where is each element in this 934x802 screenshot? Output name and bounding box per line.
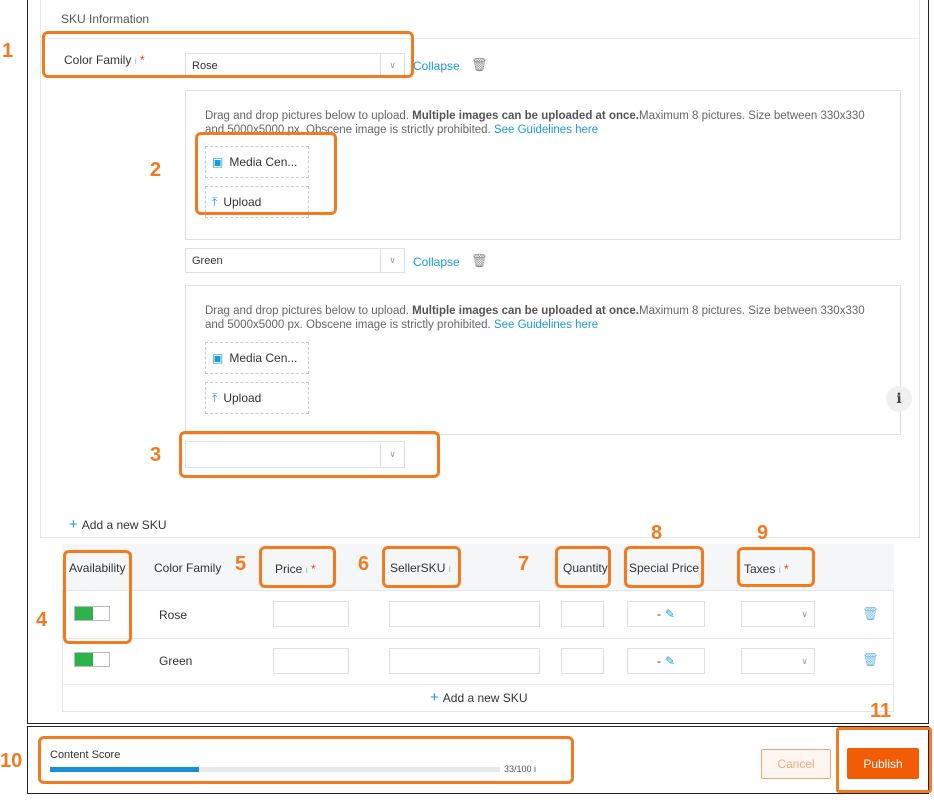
plus-icon: + (69, 516, 78, 533)
color-family-select-green[interactable]: Green ∨ (185, 248, 405, 273)
row-divider (62, 684, 894, 685)
taxes-select[interactable]: ∨ (741, 648, 815, 674)
image-icon: ▣ (212, 351, 224, 365)
annotation-number: 11 (870, 700, 892, 722)
upload-button[interactable]: ⤒ Upload (205, 382, 309, 414)
guidelines-link[interactable]: See Guidelines here (494, 124, 598, 136)
trash-icon[interactable]: 🗑 (471, 57, 488, 73)
annotation-box (195, 132, 337, 215)
annotation-number: 1 (2, 40, 14, 62)
seller-sku-input[interactable] (389, 648, 540, 674)
annotation-box (259, 546, 336, 588)
annotation-box (737, 547, 815, 587)
price-input[interactable] (273, 601, 349, 627)
quantity-input[interactable] (561, 601, 604, 627)
media-center-label: Media Cen... (229, 351, 298, 365)
annotation-box (382, 546, 461, 588)
sku-panel (40, 0, 920, 538)
annotation-number: 10 (0, 750, 23, 772)
special-price-value: - (656, 654, 661, 668)
annotation-box (555, 546, 611, 588)
media-center-button[interactable]: ▣ Media Cen... (205, 342, 309, 374)
chevron-down-icon: ∨ (801, 655, 808, 666)
add-sku-link[interactable]: + Add a new SKU (69, 516, 166, 533)
trash-icon[interactable]: 🗑 (471, 253, 488, 269)
collapse-link-green[interactable]: Collapse (413, 255, 460, 269)
info-icon[interactable]: i (886, 386, 912, 412)
toggle-on-indicator (75, 653, 93, 666)
cancel-button[interactable]: Cancel (761, 749, 831, 779)
trash-icon[interactable]: 🗑 (862, 652, 879, 668)
annotation-number: 6 (358, 553, 370, 575)
plus-icon: + (430, 689, 439, 706)
edit-icon[interactable]: ✎ (665, 607, 675, 621)
price-input[interactable] (273, 648, 349, 674)
special-price-value: - (656, 607, 661, 621)
annotation-number: 8 (651, 522, 663, 544)
annotation-box (42, 31, 414, 78)
row-color-name: Green (159, 654, 193, 668)
annotation-number: 9 (757, 522, 769, 544)
annotation-number: 7 (518, 553, 530, 575)
annotation-number: 4 (36, 609, 48, 631)
upload-text-1: Drag and drop pictures below to upload. (205, 305, 413, 317)
annotation-box (38, 736, 574, 784)
upload-bold: Multiple images can be uploaded at once. (412, 305, 639, 317)
upload-text-1: Drag and drop pictures below to upload. (205, 110, 413, 122)
upload-bold: Multiple images can be uploaded at once. (412, 110, 639, 122)
taxes-select[interactable]: ∨ (741, 601, 815, 627)
annotation-box (836, 727, 932, 793)
quantity-input[interactable] (561, 648, 604, 674)
annotation-box (179, 431, 440, 478)
annotation-number: 5 (235, 553, 247, 575)
annotation-box (624, 546, 704, 588)
guidelines-link[interactable]: See Guidelines here (494, 319, 598, 331)
add-sku-label: Add a new SKU (81, 518, 167, 532)
upload-label: Upload (223, 391, 262, 405)
header-color-family: Color Family (154, 561, 222, 575)
annotation-number: 3 (150, 444, 162, 466)
annotation-box (63, 550, 132, 644)
row-color-name: Rose (159, 608, 188, 622)
collapse-link-rose[interactable]: Collapse (413, 59, 460, 73)
section-title: SKU Information (61, 12, 150, 26)
trash-icon[interactable]: 🗑 (862, 606, 879, 622)
upload-icon: ⤒ (212, 390, 218, 405)
seller-sku-input[interactable] (389, 601, 540, 627)
add-sku-label: Add a new SKU (442, 691, 528, 705)
chevron-down-icon: ∨ (380, 249, 404, 272)
special-price-input[interactable]: - ✎ (627, 601, 705, 627)
edit-icon[interactable]: ✎ (665, 654, 675, 668)
row-divider (62, 638, 894, 639)
add-sku-link-bottom[interactable]: + Add a new SKU (430, 689, 527, 706)
special-price-input[interactable]: - ✎ (627, 648, 705, 674)
chevron-down-icon: ∨ (801, 608, 808, 619)
upload-instructions: Drag and drop pictures below to upload. … (205, 304, 885, 332)
availability-toggle[interactable] (74, 652, 110, 667)
annotation-number: 2 (150, 159, 162, 181)
select-value: Green (192, 254, 223, 267)
